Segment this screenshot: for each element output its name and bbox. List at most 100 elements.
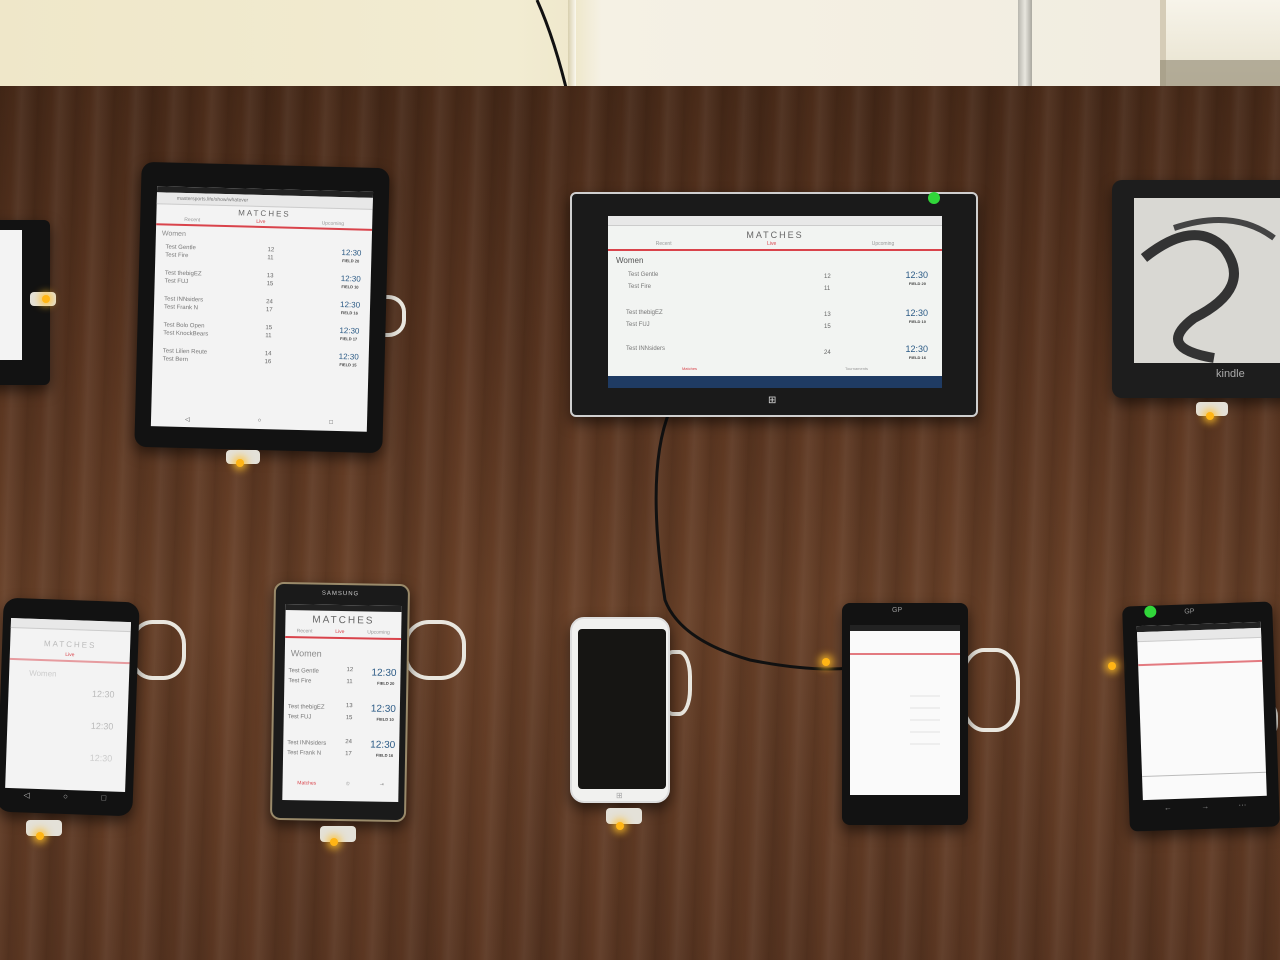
match-field: FIELD 20 <box>342 258 360 264</box>
tab-live[interactable]: Live <box>335 629 344 635</box>
team-name: Test KnockBears <box>163 330 209 338</box>
match-time: 12:30 <box>90 720 114 732</box>
match-time: 12:30 <box>370 703 396 715</box>
windows-button-icon[interactable]: ⊞ <box>616 791 623 800</box>
score: 11 <box>346 679 353 686</box>
match-field: FIELD 20 <box>377 680 395 686</box>
tab-upcoming[interactable]: Upcoming <box>322 221 345 228</box>
team-name: Test Bern <box>162 356 189 364</box>
windows-logo-icon[interactable]: ⊞ <box>768 395 776 406</box>
score: 15 <box>345 715 353 722</box>
recents-icon[interactable]: □ <box>101 793 106 802</box>
match-row[interactable]: Test Bolo Open Test KnockBears 15 11 12:… <box>153 320 370 350</box>
score: 12 <box>824 274 831 280</box>
match-row[interactable]: Test INNsiders Test Frank N 24 17 12:30 … <box>283 738 399 768</box>
match-tabs: Recent Live Upcoming <box>285 628 401 636</box>
team-name: Test Gentle <box>288 668 319 675</box>
gp-phone-2-alarm-led <box>1108 662 1116 670</box>
match-time: 12:30 <box>89 752 113 764</box>
section-title: Women <box>290 648 322 659</box>
surface-power-cable <box>654 410 851 671</box>
surface-tablet: MATCHES Recent Live Upcoming Women Test … <box>570 192 978 417</box>
score: 13 <box>345 703 353 710</box>
match-time: 12:30 <box>339 326 360 336</box>
team-name: Test Gentle <box>628 272 659 278</box>
team-name: Test thebigEZ <box>287 704 325 711</box>
nav-matches[interactable]: Matches <box>682 366 697 371</box>
match-row[interactable]: Test Gentle Test Fire 12 11 12:30 FIELD … <box>284 666 400 696</box>
white-phone-alarm-sensor <box>606 808 642 824</box>
match-row[interactable]: Test thebigEZ Test FUJ 13 15 12:30 FIELD… <box>608 306 942 334</box>
nav-matches[interactable]: Matches <box>297 780 316 786</box>
team-name: Test INNsiders <box>287 740 327 747</box>
tab-indicator <box>1138 659 1263 667</box>
url-bar[interactable] <box>10 617 131 633</box>
nexus-tablet-alarm-led <box>236 459 244 467</box>
forward-icon[interactable]: → <box>1201 802 1209 811</box>
share-icon[interactable]: ⋯ <box>1238 800 1246 809</box>
gp-phone-1-alarm-led <box>822 658 830 666</box>
match-row[interactable]: Test thebigEZ Test FUJ 13 15 12:30 FIELD… <box>154 268 371 298</box>
green-sticker <box>928 192 940 204</box>
team-name: Test FUJ <box>626 322 650 328</box>
section-title: Women <box>616 256 644 265</box>
nav-tournaments[interactable]: Tournaments <box>845 366 868 371</box>
score: 24 <box>345 739 353 746</box>
tab-upcoming[interactable]: Upcoming <box>872 241 895 247</box>
page-divider <box>1142 771 1267 778</box>
match-field: FIELD 10 <box>341 284 359 290</box>
tab-recent[interactable]: Recent <box>656 241 672 247</box>
home-icon[interactable]: ○ <box>63 792 68 801</box>
match-row[interactable]: Test thebigEZ Test FUJ 13 15 12:30 FIELD… <box>284 702 400 732</box>
recents-icon[interactable]: □ <box>329 420 333 427</box>
tab-live[interactable]: Live <box>65 652 74 658</box>
match-time: 12:30 <box>338 352 359 362</box>
match-row[interactable]: Test Lilien Reute Test Bern 14 16 12:30 … <box>152 346 369 376</box>
team-name: Test thebigEZ <box>626 310 663 316</box>
score: 13 <box>266 273 274 280</box>
match-field: FIELD 16 <box>375 752 394 758</box>
match-time: 12:30 <box>339 300 361 310</box>
match-time: 12:30 <box>371 667 397 679</box>
kindle-alarm-led <box>1206 412 1214 420</box>
match-row[interactable]: Test INNsiders Test Frank N 24 17 12:30 … <box>154 294 371 324</box>
team-name: Test Fire <box>165 252 189 260</box>
trophy-icon[interactable]: ♔ <box>346 781 351 787</box>
green-sticker <box>1144 605 1157 618</box>
windows-phone-screen-off <box>578 629 666 789</box>
tab-live[interactable]: Live <box>767 241 776 247</box>
score: 24 <box>824 350 831 356</box>
back-icon[interactable]: ◁ <box>185 416 190 423</box>
tab-live[interactable]: Live <box>256 219 265 225</box>
back-icon[interactable]: ◁ <box>23 791 29 800</box>
wall-pipe <box>1018 0 1032 96</box>
tab-recent[interactable]: Recent <box>297 628 313 634</box>
gp-phone-2: GP ← → ⋯ <box>1122 601 1280 832</box>
gp-phone-2-screen <box>1136 621 1267 801</box>
wall-cable <box>535 0 571 100</box>
score: 15 <box>824 324 831 330</box>
back-icon[interactable]: ← <box>1164 803 1172 812</box>
gp-phone-1: GP <box>842 603 968 825</box>
tab-upcoming[interactable]: Upcoming <box>367 629 390 635</box>
tab-indicator <box>850 653 960 655</box>
score: 15 <box>265 325 273 332</box>
kindle-ereader: kindle <box>1112 180 1280 398</box>
score: 14 <box>264 351 272 358</box>
windows-phone: ⊞ <box>570 617 670 803</box>
match-row[interactable]: Test Gentle Test Fire 12 11 12:30 FIELD … <box>608 270 942 298</box>
match-row[interactable]: Test Gentle Test Fire 12 11 12:30 FIELD … <box>155 242 372 272</box>
nexus-phone-alarm-sensor <box>26 820 62 836</box>
match-time: 12:30 <box>905 344 928 354</box>
team-name: Test Frank N <box>163 304 199 312</box>
android-softkeys: ◁ ○ □ <box>7 790 123 803</box>
score: 15 <box>266 281 274 288</box>
logout-icon[interactable]: ⇥ <box>380 782 384 788</box>
home-icon[interactable]: ○ <box>258 418 262 425</box>
match-field: FIELD 16 <box>908 355 926 360</box>
status-bar <box>850 625 960 631</box>
left-edge-screen <box>0 230 22 360</box>
app-bottom-nav: Matches Tournaments <box>608 366 942 371</box>
tab-recent[interactable]: Recent <box>184 217 200 223</box>
match-row[interactable]: Test INNsiders 24 12:30 FIELD 16 <box>608 340 942 368</box>
